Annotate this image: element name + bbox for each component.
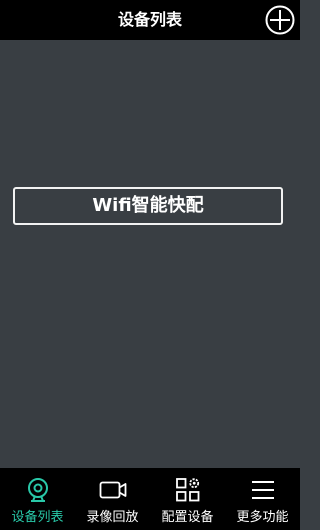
camera-icon xyxy=(27,478,48,502)
grid-gear-icon xyxy=(175,478,199,502)
menu-icon xyxy=(251,481,274,499)
wifi-smart-config-button[interactable]: Wifi智能快配 xyxy=(13,187,283,225)
tab-label: 设备列表 xyxy=(11,510,64,525)
tab-configure-device[interactable]: 配置设备 xyxy=(150,468,225,530)
tab-label: 配置设备 xyxy=(161,510,214,525)
page-title: 设备列表 xyxy=(117,10,182,29)
plus-circle-icon xyxy=(265,5,295,35)
video-icon xyxy=(99,481,126,499)
tab-more-functions[interactable]: 更多功能 xyxy=(225,468,300,530)
bottom-tab-bar: 设备列表 录像回放 配置设备 更多功能 xyxy=(0,468,300,530)
device-list-area: Wifi智能快配 xyxy=(0,40,300,468)
tab-label: 录像回放 xyxy=(86,510,139,525)
tab-playback[interactable]: 录像回放 xyxy=(75,468,150,530)
tab-label: 更多功能 xyxy=(236,510,289,525)
top-bar: 设备列表 xyxy=(0,0,300,40)
tab-device-list[interactable]: 设备列表 xyxy=(0,468,75,530)
add-device-button[interactable] xyxy=(264,4,296,36)
